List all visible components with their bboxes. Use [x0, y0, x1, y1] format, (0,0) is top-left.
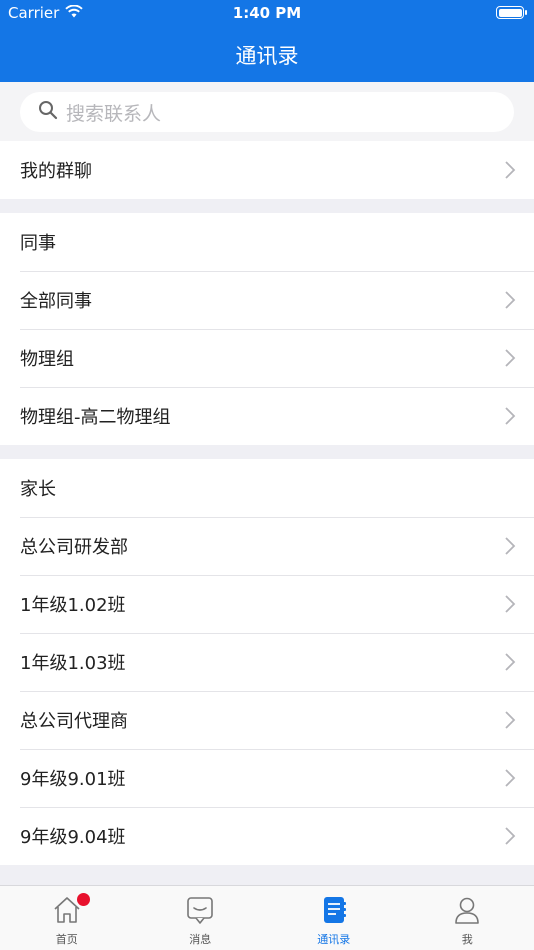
contacts-screen: Carrier 1:40 PM 通讯录 搜索联系人 我的群聊 同事 全部同事 物…	[0, 0, 534, 950]
list-item[interactable]: 物理组-高二物理组	[0, 387, 534, 445]
page-title: 通讯录	[235, 44, 299, 68]
tab-home[interactable]: 首页	[0, 886, 134, 950]
notification-badge	[77, 893, 90, 906]
list-item[interactable]: 1年级1.03班	[0, 633, 534, 691]
row-label: 1年级1.03班	[20, 653, 126, 674]
chevron-right-icon	[505, 653, 516, 671]
row-label: 总公司代理商	[20, 711, 128, 732]
battery-icon	[496, 6, 527, 19]
tab-label: 消息	[189, 933, 212, 946]
list-item[interactable]: 9年级9.04班	[0, 807, 534, 865]
chevron-right-icon	[505, 537, 516, 555]
list-item[interactable]: 1年级1.02班	[0, 575, 534, 633]
row-label: 全部同事	[20, 291, 92, 312]
person-icon	[452, 895, 482, 928]
tab-messages[interactable]: 消息	[134, 886, 268, 950]
tab-label: 首页	[55, 933, 78, 946]
chevron-right-icon	[505, 711, 516, 729]
tab-label: 通讯录	[317, 933, 351, 946]
row-label: 9年级9.04班	[20, 827, 126, 848]
row-label: 总公司研发部	[20, 537, 128, 558]
row-label: 9年级9.01班	[20, 769, 126, 790]
chevron-right-icon	[505, 595, 516, 613]
chevron-right-icon	[505, 769, 516, 787]
tab-me[interactable]: 我	[401, 886, 534, 950]
chevron-right-icon	[505, 349, 516, 367]
contacts-book-icon	[319, 895, 349, 928]
colleagues-section: 同事 全部同事 物理组 物理组-高二物理组	[0, 213, 534, 445]
section-divider	[0, 199, 534, 213]
chevron-right-icon	[505, 161, 516, 179]
tab-label: 我	[461, 933, 473, 946]
search-placeholder: 搜索联系人	[66, 102, 162, 125]
section-header-parents: 家长	[0, 459, 534, 517]
header: Carrier 1:40 PM 通讯录	[0, 0, 534, 82]
tab-contacts[interactable]: 通讯录	[267, 886, 401, 950]
section-title: 同事	[20, 233, 56, 254]
row-label: 物理组-高二物理组	[20, 407, 171, 428]
row-label: 1年级1.02班	[20, 595, 126, 616]
search-bar: 搜索联系人	[0, 82, 534, 141]
list-item[interactable]: 物理组	[0, 329, 534, 387]
search-input[interactable]: 搜索联系人	[20, 92, 514, 132]
clock: 1:40 PM	[232, 4, 302, 22]
chevron-right-icon	[505, 407, 516, 425]
list-item[interactable]: 总公司代理商	[0, 691, 534, 749]
search-icon	[38, 100, 66, 125]
chevron-right-icon	[505, 827, 516, 845]
chevron-right-icon	[505, 291, 516, 309]
list-item[interactable]: 9年级9.01班	[0, 749, 534, 807]
my-group-chats-row[interactable]: 我的群聊	[0, 141, 534, 199]
parents-section: 家长 总公司研发部 1年级1.02班 1年级1.03班 总公司代理商 9年级9.…	[0, 459, 534, 865]
list-item[interactable]: 全部同事	[0, 271, 534, 329]
section-divider	[0, 445, 534, 459]
list-item[interactable]: 总公司研发部	[0, 517, 534, 575]
tab-bar: 首页 消息 通讯录 我	[0, 885, 534, 950]
section-title: 家长	[20, 479, 56, 500]
row-label: 我的群聊	[20, 161, 92, 182]
row-label: 物理组	[20, 349, 74, 370]
group-chats-section: 我的群聊	[0, 141, 534, 199]
status-bar: Carrier 1:40 PM	[0, 0, 534, 28]
section-header-colleagues: 同事	[0, 213, 534, 271]
message-icon	[185, 895, 215, 928]
